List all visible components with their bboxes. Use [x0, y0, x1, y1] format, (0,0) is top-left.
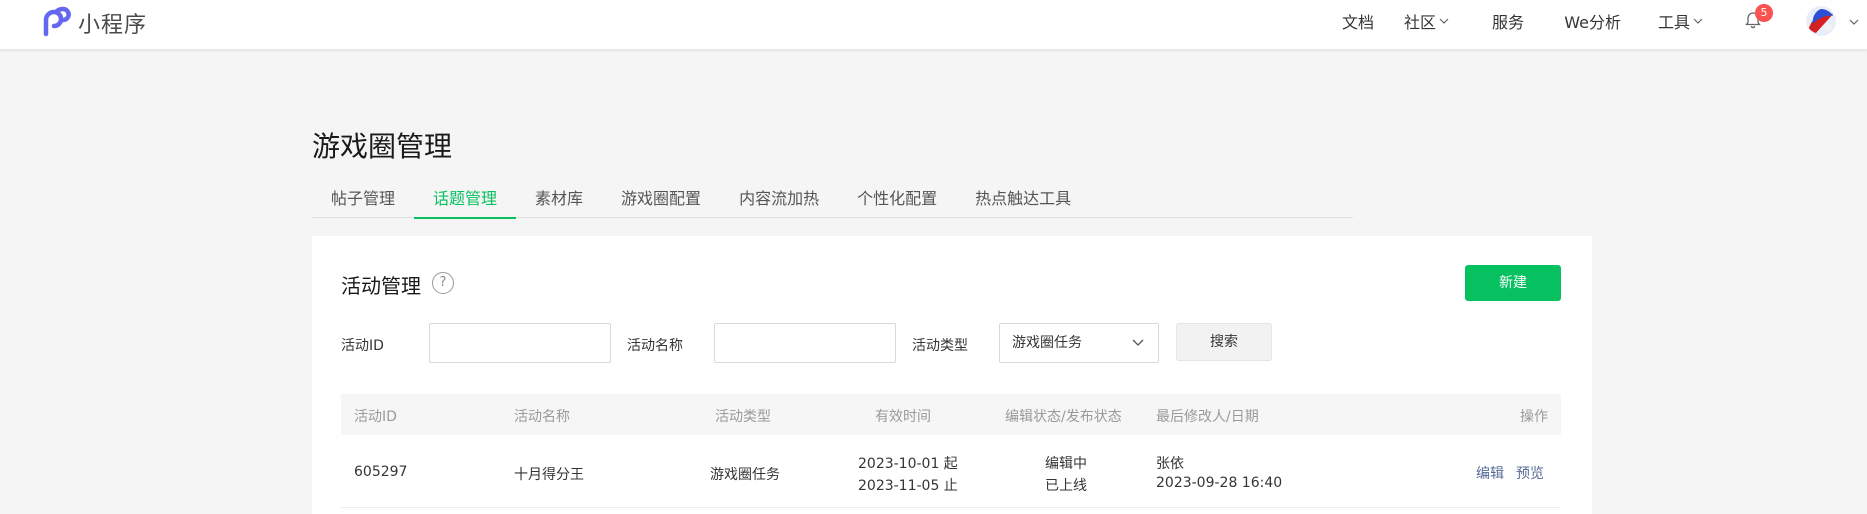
- activity-name-input[interactable]: [714, 323, 896, 363]
- tab-hotspot-tool[interactable]: 热点触达工具: [956, 177, 1090, 218]
- nav-community[interactable]: 社区: [1404, 9, 1449, 33]
- activity-name-label: 活动名称: [627, 338, 683, 354]
- activity-table: 活动ID 活动名称 活动类型 有效时间 编辑状态/发布状态 最后修改人/日期 操…: [341, 394, 1561, 508]
- column-header-name: 活动名称: [514, 409, 570, 425]
- tab-topics[interactable]: 话题管理: [414, 177, 517, 219]
- nav-we-analytics[interactable]: We分析: [1564, 9, 1621, 33]
- section-title: 活动管理: [341, 274, 421, 298]
- chevron-down-icon: [1439, 18, 1449, 24]
- edit-link[interactable]: 编辑: [1476, 463, 1504, 483]
- activity-type-select[interactable]: 游戏圈任务: [999, 323, 1159, 363]
- column-header-type: 活动类型: [715, 409, 771, 425]
- activity-management-card: 活动管理 ? 新建 活动ID 活动名称 活动类型 游戏圈任务 搜索 活动ID 活…: [312, 236, 1592, 514]
- tab-circle-config[interactable]: 游戏圈配置: [602, 177, 720, 218]
- tab-personalization[interactable]: 个性化配置: [838, 177, 956, 218]
- tab-bar: 帖子管理 话题管理 素材库 游戏圈配置 内容流加热 个性化配置 热点触达工具: [312, 177, 1353, 219]
- activity-type-value: 游戏圈任务: [1012, 335, 1082, 351]
- nav-docs[interactable]: 文档: [1342, 9, 1374, 33]
- tab-materials[interactable]: 素材库: [516, 177, 602, 218]
- cell-end-time: 2023-11-05 止: [858, 478, 958, 494]
- help-icon[interactable]: ?: [432, 272, 454, 294]
- logo-icon: [38, 4, 72, 42]
- cell-publish-status: 已上线: [1045, 478, 1087, 494]
- chevron-down-icon: [1132, 339, 1144, 346]
- activity-type-label: 活动类型: [912, 338, 968, 354]
- cell-modifier: 张依: [1156, 456, 1184, 472]
- brand-logo[interactable]: 小程序: [38, 4, 147, 42]
- activity-id-label: 活动ID: [341, 338, 384, 354]
- cell-edit-status: 编辑中: [1045, 456, 1087, 472]
- avatar-chevron-down-icon[interactable]: [1849, 17, 1859, 27]
- column-header-status: 编辑状态/发布状态: [1005, 409, 1122, 425]
- page-title: 游戏圈管理: [312, 130, 453, 163]
- nav-docs-label: 文档: [1341, 13, 1374, 32]
- cell-name: 十月得分王: [514, 467, 584, 483]
- nav-services[interactable]: 服务: [1492, 9, 1524, 33]
- nav-community-label: 社区: [1403, 13, 1436, 32]
- cell-modified-at: 2023-09-28 16:40: [1156, 475, 1283, 491]
- notification-badge: 5: [1755, 4, 1773, 22]
- tab-feed-boost[interactable]: 内容流加热: [720, 177, 838, 218]
- top-navigation-bar: 小程序 文档 社区 服务 We分析 工具 5: [0, 0, 1867, 50]
- nav-tools[interactable]: 工具: [1658, 9, 1703, 33]
- cell-id: 605297: [354, 464, 408, 480]
- avatar[interactable]: [1806, 6, 1836, 36]
- nav-services-label: 服务: [1491, 13, 1524, 32]
- column-header-modifier: 最后修改人/日期: [1156, 409, 1259, 425]
- chevron-down-icon: [1693, 18, 1703, 24]
- nav-we-analytics-label: We分析: [1564, 13, 1621, 32]
- cell-start-time: 2023-10-01 起: [858, 456, 958, 472]
- brand-name: 小程序: [78, 13, 148, 38]
- table-header: 活动ID 活动名称 活动类型 有效时间 编辑状态/发布状态 最后修改人/日期 操…: [341, 394, 1561, 435]
- cell-type: 游戏圈任务: [710, 467, 780, 483]
- table-row: 605297 十月得分王 游戏圈任务 2023-10-01 起 2023-11-…: [341, 435, 1561, 508]
- column-header-id: 活动ID: [354, 409, 397, 425]
- notifications-button[interactable]: 5: [1743, 4, 1773, 32]
- search-button[interactable]: 搜索: [1176, 323, 1272, 361]
- activity-id-input[interactable]: [429, 323, 611, 363]
- column-header-valid-time: 有效时间: [875, 409, 931, 425]
- tab-posts[interactable]: 帖子管理: [312, 177, 414, 218]
- column-header-actions: 操作: [1520, 409, 1548, 425]
- new-button[interactable]: 新建: [1465, 265, 1561, 301]
- preview-link[interactable]: 预览: [1516, 463, 1544, 483]
- nav-tools-label: 工具: [1657, 13, 1690, 32]
